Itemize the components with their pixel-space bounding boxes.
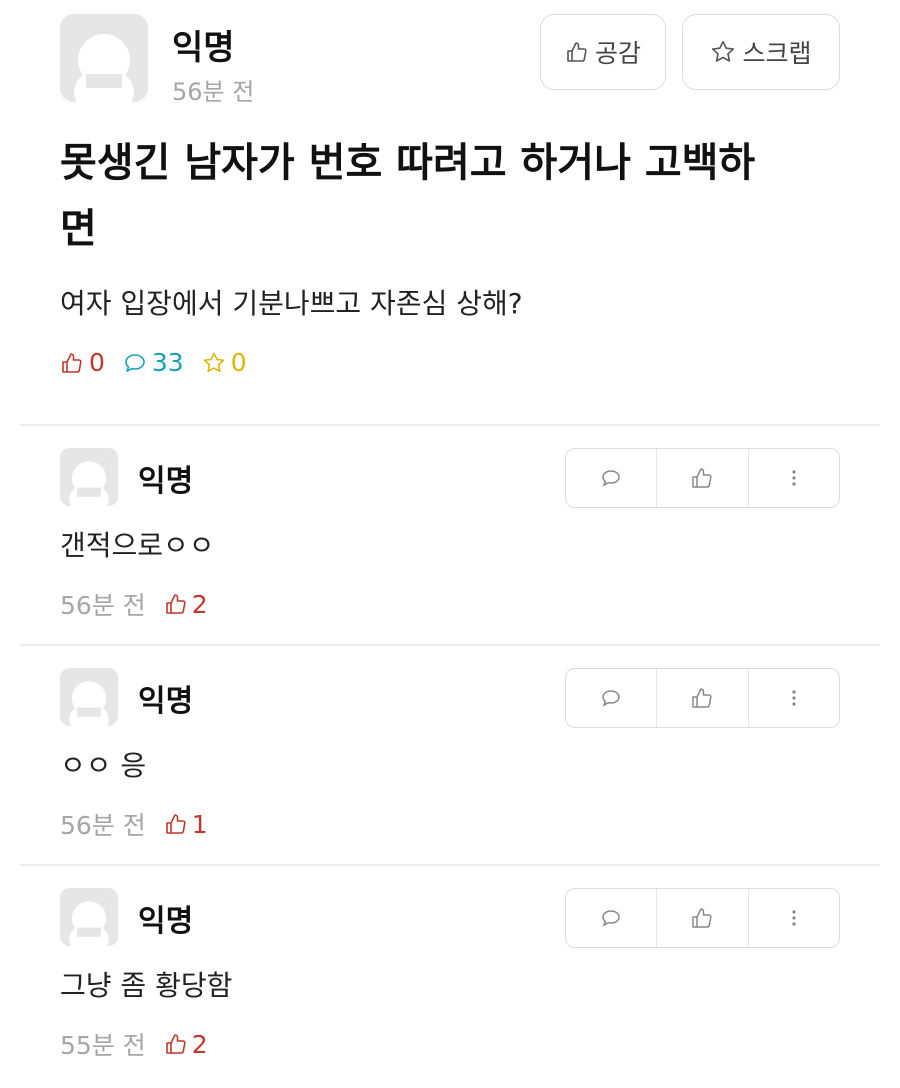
- thumbs-up-icon: [165, 814, 186, 834]
- more-vertical-icon: [792, 910, 796, 926]
- comment-time: 55분 전: [60, 1031, 146, 1060]
- thumbs-up-icon: [692, 908, 713, 928]
- like-count-value: 0: [89, 348, 105, 377]
- comment-avatar: [60, 888, 118, 946]
- more-vertical-icon: [792, 470, 796, 486]
- reply-button[interactable]: [566, 449, 658, 507]
- comment-item: 익명 그냥 좀 황당함 55분 전 2: [60, 888, 840, 1088]
- comment-time: 56분 전: [60, 811, 146, 840]
- comment-author: 익명: [138, 904, 194, 939]
- star-icon: [710, 39, 736, 65]
- star-icon: [202, 351, 226, 375]
- post-author: 익명: [172, 28, 235, 68]
- comment-like-button[interactable]: [657, 449, 749, 507]
- comment-actions: [565, 668, 840, 728]
- post-time: 56분 전: [172, 78, 255, 106]
- post-stats: 0 33 0: [60, 348, 265, 377]
- thumbs-up-icon: [692, 468, 713, 488]
- post-body: 여자 입장에서 기분나쁘고 자존심 상해?: [60, 287, 523, 320]
- more-button[interactable]: [749, 889, 839, 947]
- default-avatar-icon: [60, 448, 118, 506]
- author-avatar: [60, 14, 148, 102]
- thumbs-up-icon: [60, 351, 84, 375]
- comment-count-value: 33: [151, 348, 184, 377]
- comment-avatar: [60, 448, 118, 506]
- thumbs-up-icon: [565, 40, 589, 64]
- comment-like-count: 2: [164, 590, 208, 619]
- comment-text: 갠적으로ㅇㅇ: [60, 529, 215, 562]
- divider: [20, 424, 880, 426]
- scrap-count: 0: [202, 348, 247, 377]
- comment-like-button[interactable]: [657, 889, 749, 947]
- comment-actions: [565, 448, 840, 508]
- comment-like-count: 1: [164, 810, 208, 839]
- like-button-label: 공감: [594, 39, 641, 68]
- divider: [20, 644, 880, 646]
- post-title: 못생긴 남자가 번호 따려고 하거나 고백하면: [60, 140, 756, 252]
- reply-button[interactable]: [566, 889, 658, 947]
- comment-item: 익명 ㅇㅇ 응 56분 전 1: [60, 668, 840, 868]
- comment-meta: 56분 전 1: [60, 806, 208, 842]
- thumbs-up-icon: [165, 1034, 186, 1054]
- like-count: 0: [60, 348, 105, 377]
- comment-actions: [565, 888, 840, 948]
- default-avatar-icon: [60, 14, 148, 102]
- more-button[interactable]: [749, 669, 839, 727]
- scrap-button[interactable]: 스크랩: [682, 14, 840, 90]
- more-button[interactable]: [749, 449, 839, 507]
- comment-like-value: 1: [191, 809, 208, 839]
- more-vertical-icon: [792, 690, 796, 706]
- comment-like-count: 2: [164, 1030, 208, 1059]
- comment-like-value: 2: [191, 1029, 208, 1059]
- scrap-count-value: 0: [230, 348, 247, 377]
- speech-bubble-icon: [123, 351, 147, 375]
- comment-time: 56분 전: [60, 591, 146, 620]
- thumbs-up-icon: [165, 594, 186, 614]
- speech-bubble-icon: [602, 690, 620, 707]
- comment-count: 33: [123, 348, 184, 377]
- comment-item: 익명 갠적으로ㅇㅇ 56분 전 2: [60, 448, 840, 648]
- comment-avatar: [60, 668, 118, 726]
- speech-bubble-icon: [602, 470, 620, 487]
- comment-like-value: 2: [191, 589, 208, 619]
- default-avatar-icon: [60, 668, 118, 726]
- divider: [20, 864, 880, 866]
- scrap-button-label: 스크랩: [742, 39, 812, 68]
- comment-meta: 55분 전 2: [60, 1026, 208, 1062]
- thumbs-up-icon: [692, 688, 713, 708]
- comment-author: 익명: [138, 684, 194, 719]
- comment-like-button[interactable]: [657, 669, 749, 727]
- comment-text: 그냥 좀 황당함: [60, 969, 233, 1002]
- comment-meta: 56분 전 2: [60, 586, 208, 622]
- comment-text: ㅇㅇ 응: [60, 749, 147, 782]
- reply-button[interactable]: [566, 669, 658, 727]
- default-avatar-icon: [60, 888, 118, 946]
- speech-bubble-icon: [602, 910, 620, 927]
- like-button[interactable]: 공감: [540, 14, 666, 90]
- comment-author: 익명: [138, 464, 194, 499]
- post-header: 익명 56분 전 공감 스크랩: [60, 14, 840, 106]
